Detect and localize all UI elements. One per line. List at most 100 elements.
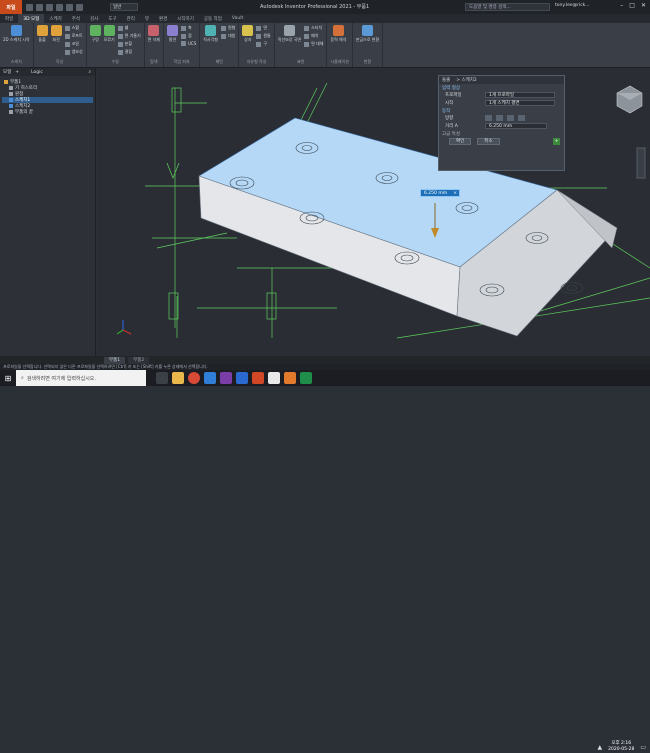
ribbon-button[interactable]: 판금으로 변환 bbox=[356, 25, 379, 43]
small-tool-button[interactable]: 축 bbox=[180, 25, 196, 31]
small-tool-button[interactable]: 면 bbox=[256, 25, 270, 31]
file-menu-button[interactable]: 파일 bbox=[0, 0, 22, 14]
ribbon-tab-8[interactable]: 환경 bbox=[154, 14, 172, 23]
graphics-viewport[interactable] bbox=[97, 68, 650, 356]
small-tool-button[interactable]: 원통 bbox=[256, 33, 271, 39]
ok-button[interactable]: 확인 bbox=[449, 137, 472, 145]
ribbon-button[interactable]: 2D 스케치 시작 bbox=[3, 25, 30, 43]
save-icon[interactable] bbox=[46, 3, 53, 11]
small-tool-button[interactable]: 대칭 bbox=[220, 33, 235, 39]
ribbon-button[interactable]: 돌출 bbox=[36, 25, 48, 55]
profile-select[interactable]: 1개 프로파일 bbox=[485, 92, 555, 98]
advanced-properties-section[interactable]: 고급 특성 bbox=[439, 130, 564, 137]
direction-asymmetric-icon[interactable] bbox=[518, 115, 525, 121]
browser-add-tab[interactable]: + bbox=[15, 70, 19, 75]
small-tool-button[interactable]: 면 대체 bbox=[304, 41, 323, 47]
close-icon[interactable]: × bbox=[453, 191, 457, 196]
small-tool-button[interactable]: 엠보싱 bbox=[64, 49, 83, 55]
help-search-input[interactable]: 도움말 및 명령 검색... bbox=[465, 3, 550, 11]
tree-node[interactable]: 부품의 끝 bbox=[2, 109, 93, 115]
onenote-icon[interactable] bbox=[220, 372, 232, 384]
document-tab[interactable]: 부품1 bbox=[104, 356, 126, 364]
home-icon[interactable] bbox=[76, 3, 83, 11]
small-tool-button[interactable]: 구 bbox=[256, 41, 270, 47]
tool-icon bbox=[256, 25, 262, 31]
open-icon[interactable] bbox=[36, 3, 43, 11]
ribbon-tab-4[interactable]: 검사 bbox=[85, 14, 103, 23]
autodesk-icon[interactable] bbox=[268, 372, 280, 384]
explorer-icon[interactable] bbox=[172, 372, 184, 384]
start-select[interactable]: 1개 스케치 평면 bbox=[485, 100, 555, 106]
ribbon-button[interactable]: 직선보강 곡면 bbox=[278, 25, 301, 47]
excel-icon[interactable] bbox=[300, 372, 312, 384]
edge-icon[interactable] bbox=[204, 372, 216, 384]
distance-input[interactable]: 6.250 mm bbox=[485, 123, 547, 129]
document-tab[interactable]: 부품2 bbox=[128, 356, 150, 364]
ribbon-button[interactable]: 직사각형 bbox=[203, 25, 218, 43]
close-icon[interactable]: ✕ bbox=[641, 2, 646, 9]
windows-start-icon[interactable]: ⊞ bbox=[0, 370, 16, 386]
small-tool-button[interactable]: UCS bbox=[180, 41, 196, 46]
small-tool-button[interactable]: 스윕 bbox=[64, 25, 83, 31]
browser-tab-model[interactable]: 모형 bbox=[3, 69, 11, 75]
small-tool-button[interactable]: 면 기울기 bbox=[117, 33, 141, 39]
small-tool-button[interactable]: 점 bbox=[180, 33, 196, 39]
search-icon[interactable]: ⌕ bbox=[88, 69, 91, 75]
new-icon[interactable] bbox=[26, 3, 33, 11]
direction-flip-icon[interactable] bbox=[496, 115, 503, 121]
task-view-icon[interactable] bbox=[156, 372, 168, 384]
undo-icon[interactable] bbox=[56, 3, 63, 11]
chrome-icon[interactable] bbox=[188, 372, 200, 384]
small-tool-button[interactable]: 스티치 bbox=[304, 25, 323, 31]
distance-inline-input[interactable]: 6.250 mm × bbox=[420, 189, 460, 197]
notification-icon[interactable]: ▭ bbox=[640, 744, 646, 751]
ribbon-tab-5[interactable]: 도구 bbox=[103, 14, 121, 23]
powerpoint-icon[interactable] bbox=[252, 372, 264, 384]
small-tool-button[interactable]: 쉘 bbox=[117, 25, 141, 31]
tool-icon bbox=[304, 33, 310, 39]
navigation-bar[interactable] bbox=[636, 147, 646, 179]
user-account[interactable]: tony.lee@rick... bbox=[555, 3, 590, 8]
ribbon-tab-2[interactable]: 스케치 bbox=[44, 14, 66, 23]
small-tool-button[interactable]: 결합 bbox=[117, 49, 141, 55]
inventor-icon[interactable] bbox=[284, 372, 296, 384]
ribbon-button[interactable]: 구멍 bbox=[89, 25, 101, 55]
ribbon-tab-3[interactable]: 주석 bbox=[67, 14, 85, 23]
ribbon-tab-11[interactable]: Vault bbox=[227, 14, 248, 23]
ribbon-button[interactable]: 상자 bbox=[242, 25, 254, 47]
add-icon[interactable]: + bbox=[553, 137, 560, 145]
small-tool-button[interactable]: 분할 bbox=[117, 41, 141, 47]
small-tool-button[interactable]: 로프트 bbox=[64, 33, 83, 39]
cancel-button[interactable]: 취소 bbox=[477, 137, 500, 145]
direction-default-icon[interactable] bbox=[485, 115, 492, 121]
ribbon-button[interactable]: 평면 bbox=[166, 25, 178, 46]
small-tool-button[interactable]: 패치 bbox=[304, 33, 323, 39]
ribbon-tab-9[interactable]: 시작하기 bbox=[172, 14, 199, 23]
ribbon-tab-10[interactable]: 공동 작업 bbox=[199, 14, 227, 23]
outlook-icon[interactable] bbox=[236, 372, 248, 384]
ribbon-button[interactable]: 면 삭제 bbox=[148, 25, 160, 43]
dimension-value[interactable]: 6.250 mm bbox=[424, 191, 447, 196]
network-icon[interactable]: ▲ bbox=[598, 744, 603, 751]
ribbon-tab-0[interactable]: 파일 bbox=[0, 14, 18, 23]
material-dropdown[interactable]: 일반 bbox=[110, 3, 138, 11]
ribbon-tab-1[interactable]: 3D 모형 bbox=[18, 14, 45, 23]
ribbon-tab-6[interactable]: 관리 bbox=[122, 14, 140, 23]
taskbar-search[interactable]: ⌕ 검색하려면 여기에 입력하십시오. bbox=[16, 370, 146, 386]
redo-icon[interactable] bbox=[66, 3, 73, 11]
clock[interactable]: 오후 2:16 2020-05-28 bbox=[608, 741, 634, 753]
direction-symmetric-icon[interactable] bbox=[507, 115, 514, 121]
ribbon-button[interactable]: 회전 bbox=[50, 25, 62, 55]
minimize-icon[interactable]: – bbox=[620, 2, 623, 9]
behavior-section[interactable]: 동작 bbox=[439, 107, 564, 114]
model-canvas[interactable] bbox=[97, 68, 650, 356]
ribbon-button[interactable]: 응력 해석 bbox=[330, 25, 346, 43]
view-cube-icon[interactable] bbox=[616, 85, 643, 114]
ribbon-button[interactable]: 모깎기 bbox=[104, 25, 115, 55]
input-geometry-section[interactable]: 입력 형상 bbox=[439, 84, 564, 91]
small-tool-button[interactable]: 원형 bbox=[220, 25, 235, 31]
maximize-icon[interactable]: □ bbox=[629, 2, 635, 9]
ribbon-tab-7[interactable]: 뷰 bbox=[140, 14, 154, 23]
start-row: 시작 1개 스케치 평면 bbox=[439, 99, 564, 107]
small-tool-button[interactable]: 코일 bbox=[64, 41, 83, 47]
